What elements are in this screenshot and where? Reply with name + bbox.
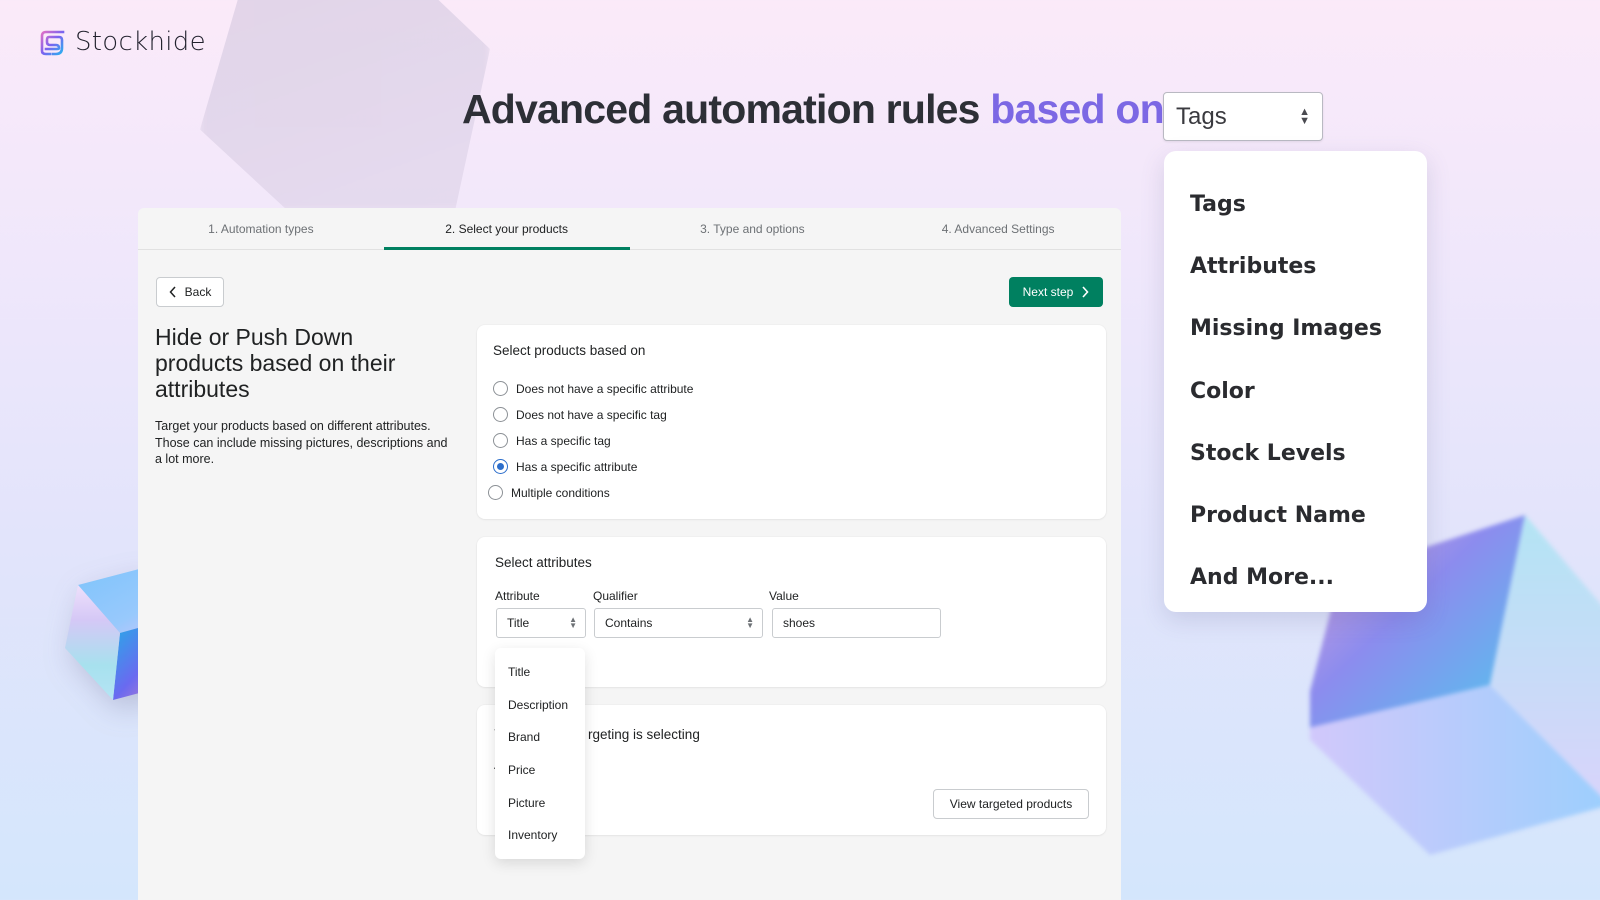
rule-type-select-value: Tags <box>1176 102 1227 130</box>
rule-type-option[interactable]: Product Name <box>1164 484 1427 546</box>
qualifier-label: Qualifier <box>593 589 638 603</box>
wizard-steps: 1. Automation types 2. Select your produ… <box>138 208 1121 250</box>
value-label: Value <box>769 589 799 603</box>
radio-button[interactable] <box>493 407 508 422</box>
radio-option-multiple-conditions[interactable]: Multiple conditions <box>488 485 610 500</box>
rule-type-dropdown-menu: Tags Attributes Missing Images Color Sto… <box>1164 151 1427 612</box>
radio-label: Does not have a specific tag <box>516 407 667 422</box>
attribute-option[interactable]: Picture <box>495 786 585 819</box>
attribute-dropdown-menu: Title Description Brand Price Picture In… <box>495 648 585 859</box>
attribute-option[interactable]: Title <box>495 656 585 689</box>
rule-type-option[interactable]: Tags <box>1164 173 1427 235</box>
radio-label: Does not have a specific attribute <box>516 381 694 396</box>
radio-option-no-attribute[interactable]: Does not have a specific attribute <box>493 381 693 396</box>
attributes-card-title: Select attributes <box>495 555 592 570</box>
radio-button[interactable] <box>493 381 508 396</box>
select-arrows-icon: ▲ ▼ <box>746 615 754 630</box>
radio-label: Multiple conditions <box>511 485 610 500</box>
view-targeted-products-button[interactable]: View targeted products <box>933 789 1089 819</box>
attribute-label: Attribute <box>495 589 540 603</box>
brand-name: Stockhide <box>75 27 206 57</box>
selection-card: Select products based on Does not have a… <box>477 325 1106 519</box>
attribute-option[interactable]: Brand <box>495 721 585 754</box>
selection-card-title: Select products based on <box>493 343 646 358</box>
radio-label: Has a specific attribute <box>516 459 638 474</box>
next-step-button[interactable]: Next step <box>1009 277 1103 307</box>
rule-type-select[interactable]: Tags ▲ ▼ <box>1163 92 1323 141</box>
step-tab-advanced-settings[interactable]: 4. Advanced Settings <box>875 208 1121 249</box>
next-step-label: Next step <box>1022 285 1074 299</box>
section-description: Target your products based on different … <box>155 419 448 466</box>
attribute-option[interactable]: Price <box>495 754 585 787</box>
chevron-right-icon <box>1082 286 1089 298</box>
attribute-select[interactable]: Title ▲ ▼ <box>496 608 586 638</box>
rule-type-option[interactable]: Attributes <box>1164 235 1427 297</box>
attribute-option[interactable]: Inventory <box>495 819 585 852</box>
brand-logo[interactable]: Stockhide <box>39 27 206 57</box>
back-button[interactable]: Back <box>156 277 224 307</box>
rule-type-option[interactable]: Stock Levels <box>1164 422 1427 484</box>
radio-option-has-attribute[interactable]: Has a specific attribute <box>493 459 637 474</box>
select-arrows-icon: ▲ ▼ <box>1299 105 1310 127</box>
chevron-left-icon <box>169 286 176 298</box>
radio-option-no-tag[interactable]: Does not have a specific tag <box>493 407 667 422</box>
select-arrows-icon: ▲ ▼ <box>569 615 577 630</box>
radio-option-has-tag[interactable]: Has a specific tag <box>493 433 611 448</box>
section-title: Hide or Push Down products based on thei… <box>155 324 396 402</box>
radio-button-selected[interactable] <box>493 459 508 474</box>
value-input[interactable]: shoes <box>772 608 941 638</box>
stockhide-logo-icon <box>40 30 65 56</box>
radio-button[interactable] <box>493 433 508 448</box>
qualifier-select-value: Contains <box>605 616 653 630</box>
background-cube-decoration <box>200 0 490 210</box>
rule-type-option[interactable]: Missing Images <box>1164 298 1427 360</box>
rule-type-option[interactable]: Color <box>1164 360 1427 422</box>
app-window: 1. Automation types 2. Select your produ… <box>138 208 1121 900</box>
step-tab-select-products[interactable]: 2. Select your products <box>383 208 630 250</box>
hero-prefix: Advanced automation rules <box>462 86 991 132</box>
back-button-label: Back <box>184 285 212 299</box>
step-tab-automation-types[interactable]: 1. Automation types <box>138 208 384 249</box>
rule-type-option[interactable]: And More... <box>1164 547 1427 609</box>
qualifier-select[interactable]: Contains ▲ ▼ <box>594 608 763 638</box>
attribute-select-value: Title <box>507 616 530 630</box>
value-input-text: shoes <box>783 616 816 630</box>
radio-label: Has a specific tag <box>516 433 611 448</box>
hero-accent: based on <box>990 86 1164 132</box>
hero-heading: Advanced automation rules based on: <box>462 86 1177 133</box>
radio-button[interactable] <box>488 485 503 500</box>
step-tab-type-options[interactable]: 3. Type and options <box>630 208 876 249</box>
targeting-text-visible: rgeting is selecting <box>588 727 700 742</box>
attribute-option[interactable]: Description <box>495 689 585 722</box>
